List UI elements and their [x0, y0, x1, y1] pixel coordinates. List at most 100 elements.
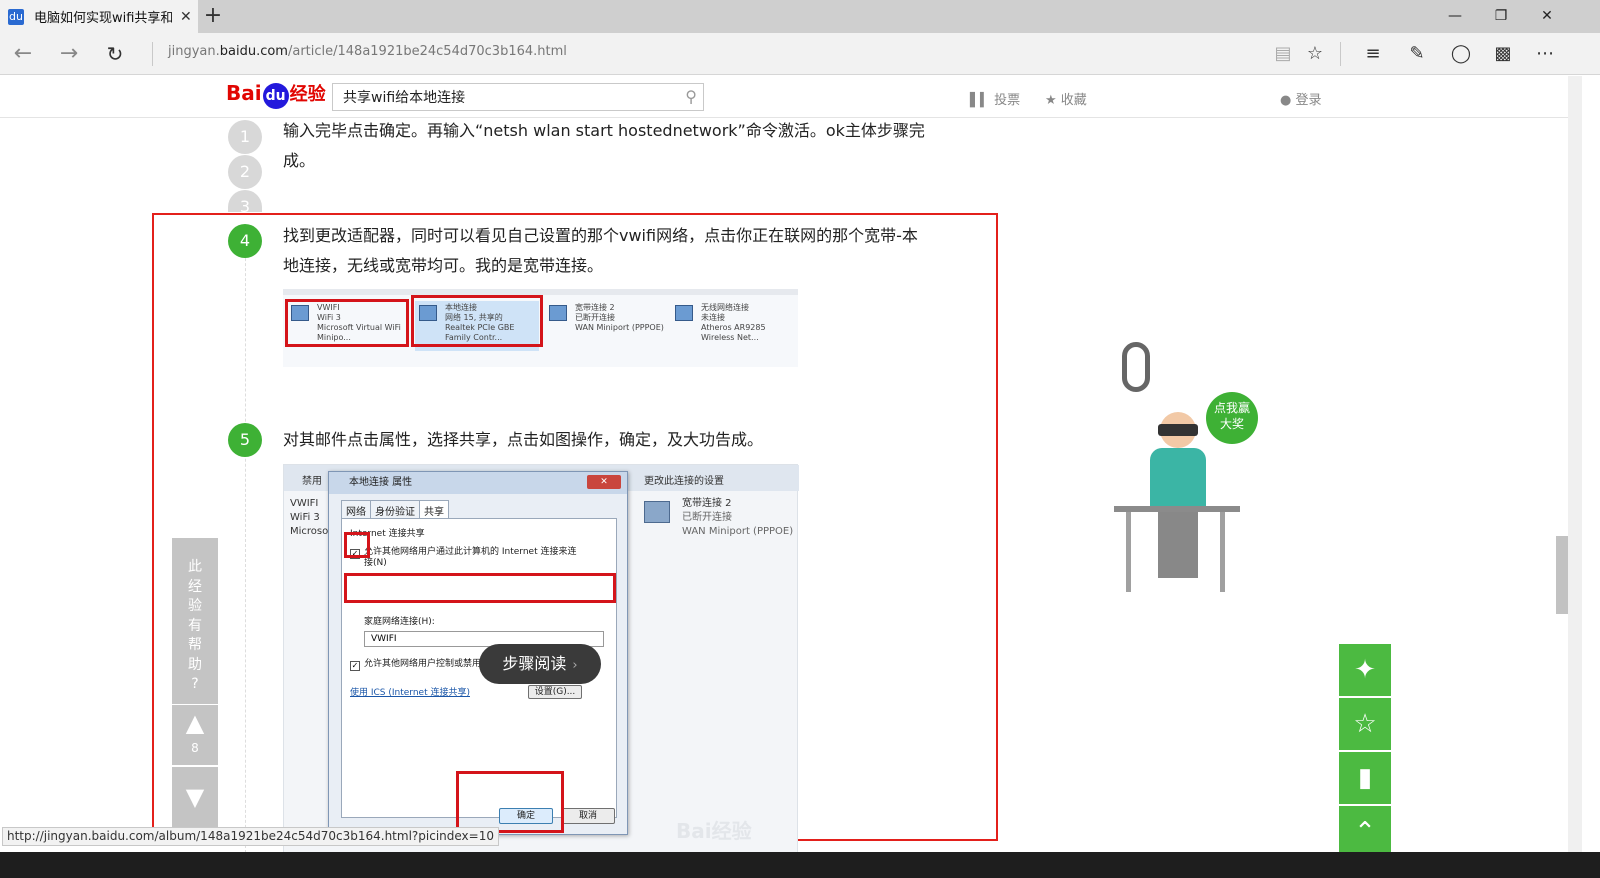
back-arrow-icon[interactable]: ←: [8, 40, 38, 68]
extension-icon[interactable]: ▩: [1488, 40, 1518, 68]
search-box: ⚲: [332, 83, 704, 111]
tab-auth[interactable]: 身份验证: [370, 500, 420, 520]
divider: [152, 42, 153, 66]
step-text-top: 输入完毕点击确定。再输入“netsh wlan start hostednetw…: [283, 121, 925, 170]
star-icon[interactable]: ☆: [1300, 40, 1330, 68]
tab-sharing[interactable]: 共享: [419, 500, 449, 520]
chart-bars-icon: ▌▍: [970, 93, 995, 108]
left-adapter: VWIFI WiFi 3 Microso: [290, 497, 328, 539]
login-label: 登录: [1295, 93, 1322, 108]
new-tab-button[interactable]: +: [200, 3, 226, 28]
share-icon[interactable]: ✦: [1339, 644, 1391, 696]
logo-jingyan: 经验: [289, 84, 326, 105]
tab-close-icon[interactable]: ✕: [180, 9, 192, 25]
helpful-char: ?: [191, 676, 199, 692]
page-scrollbar[interactable]: [1568, 76, 1582, 860]
tab-network[interactable]: 网络: [341, 500, 371, 520]
red-annotation-box: [344, 573, 616, 603]
helpful-char: 有: [188, 617, 202, 634]
login-link[interactable]: ● 登录: [1280, 89, 1322, 108]
dislike-button[interactable]: ▼: [172, 767, 218, 827]
red-annotation-box: [456, 771, 564, 833]
star-filled-icon: ★: [1045, 93, 1061, 108]
web-note-icon[interactable]: ✎: [1402, 40, 1432, 68]
favorites-label: 收藏: [1060, 93, 1087, 108]
right-adapter-name: 宽带连接 2: [682, 498, 732, 509]
thumbs-up-icon: ▲: [185, 709, 205, 737]
url-path: /article/148a1921be24c54d70c3b164.html: [287, 44, 567, 59]
helpful-label: 此 经 验 有 帮 助 ?: [172, 538, 218, 704]
address-bar: ← → ↻ jingyan.baidu.com/article/148a1921…: [0, 33, 1600, 75]
left-adapter-name: VWIFI: [290, 498, 319, 509]
url-prefix: jingyan.: [168, 44, 220, 59]
step-read-button[interactable]: 步骤阅读 ›: [479, 644, 601, 684]
right-adapter-status: 已断开连接: [682, 512, 732, 523]
logo-du: du: [262, 83, 289, 109]
article-content: 1 2 3 输入完毕点击确定。再输入“netsh wlan start host…: [0, 118, 1568, 860]
toolbar-change-settings: 更改此连接的设置: [644, 476, 724, 487]
user-icon: ●: [1280, 93, 1296, 108]
adapter-name: 宽带连接 2: [575, 303, 615, 312]
divider: [1340, 42, 1341, 66]
share-icon[interactable]: ◯: [1446, 40, 1476, 68]
hub-icon[interactable]: ≡: [1358, 40, 1388, 68]
status-url: http://jingyan.baidu.com/album/148a1921b…: [2, 827, 499, 846]
left-adapter-device: Microso: [290, 526, 329, 537]
promo-text: 点我赢大奖: [1214, 401, 1251, 431]
step-number-5[interactable]: 5: [228, 423, 262, 457]
control-checkbox[interactable]: ✓: [350, 661, 360, 671]
favorites-link[interactable]: ★ 收藏: [1045, 89, 1087, 108]
favorite-star-icon[interactable]: ☆: [1339, 698, 1391, 750]
red-annotation-box: [411, 295, 543, 347]
baidu-watermark: Bai经验: [676, 819, 752, 843]
minimize-icon[interactable]: —: [1432, 0, 1478, 33]
scrollbar-thumb[interactable]: [1556, 536, 1568, 614]
promo-illustration[interactable]: 点我赢大奖: [1110, 340, 1270, 596]
window-close-icon[interactable]: ✕: [1524, 0, 1570, 33]
dialog-title: 本地连接 属性: [329, 472, 627, 494]
step-text-5: 对其邮件点击属性，选择共享，点击如图操作，确定，及大功告成。: [283, 430, 764, 449]
search-icon[interactable]: ⚲: [685, 87, 697, 106]
watch-icon: [1122, 342, 1150, 392]
restore-icon[interactable]: ❐: [1478, 0, 1524, 33]
ics-link[interactable]: 使用 ICS (Internet 连接共享): [350, 685, 470, 698]
url-field[interactable]: jingyan.baidu.com/article/148a1921be24c5…: [168, 44, 567, 59]
promo-bubble: 点我赢大奖: [1206, 392, 1258, 444]
dialog-tabs: 网络 身份验证 共享: [341, 500, 449, 520]
vote-label: 投票: [994, 93, 1021, 108]
forward-arrow-icon[interactable]: →: [54, 40, 84, 68]
taskbar: [0, 852, 1600, 878]
step-number-3[interactable]: 3: [228, 190, 262, 212]
step-number-4[interactable]: 4: [228, 224, 262, 258]
like-button[interactable]: ▲ 8: [172, 705, 218, 765]
dialog-close-icon[interactable]: ✕: [587, 475, 621, 489]
cancel-button[interactable]: 取消: [561, 808, 615, 824]
step-4-screenshot[interactable]: VWIFI WiFi 3 Microsoft Virtual WiFi Minipo…: [283, 289, 798, 367]
chevron-right-icon: ›: [572, 658, 578, 673]
helpful-vote-bar: 此 经 验 有 帮 助 ? ▲ 8 ▼: [172, 538, 218, 838]
step-number-1[interactable]: 1: [228, 120, 262, 154]
home-network-label: 家庭网络连接(H):: [364, 617, 435, 627]
browser-tab[interactable]: du 电脑如何实现wifi共享和 ✕: [0, 0, 198, 33]
bookmark-icon[interactable]: ▮: [1339, 752, 1391, 804]
helpful-char: 此: [188, 559, 202, 575]
refresh-icon[interactable]: ↻: [100, 40, 130, 68]
baidu-jingyan-logo[interactable]: Bai du 经验: [226, 80, 326, 109]
desk-leg: [1220, 512, 1225, 592]
settings-button[interactable]: 设置(G)...: [528, 685, 582, 699]
adapter-name: 无线网络连接: [701, 303, 749, 312]
tab-bar: du 电脑如何实现wifi共享和 ✕ + — ❐ ✕: [0, 0, 1600, 33]
back-to-top-icon[interactable]: ⌃: [1339, 806, 1391, 858]
vote-link[interactable]: ▌▍ 投票: [970, 89, 1020, 108]
step-number-2[interactable]: 2: [228, 155, 262, 189]
more-icon[interactable]: ⋯: [1530, 40, 1560, 68]
search-input[interactable]: [333, 84, 663, 110]
red-annotation-box: [344, 532, 370, 558]
thumbs-down-icon: ▼: [185, 783, 205, 811]
right-adapter-device: WAN Miniport (PPPOE): [682, 526, 794, 537]
adapter-device: Atheros AR9285 Wireless Net...: [701, 323, 766, 342]
adapter-device: WAN Miniport (PPPOE): [575, 323, 664, 332]
helpful-char: 经: [188, 578, 202, 595]
tab-title: 电脑如何实现wifi共享和: [34, 11, 172, 26]
reading-view-icon[interactable]: ▤: [1268, 40, 1298, 68]
